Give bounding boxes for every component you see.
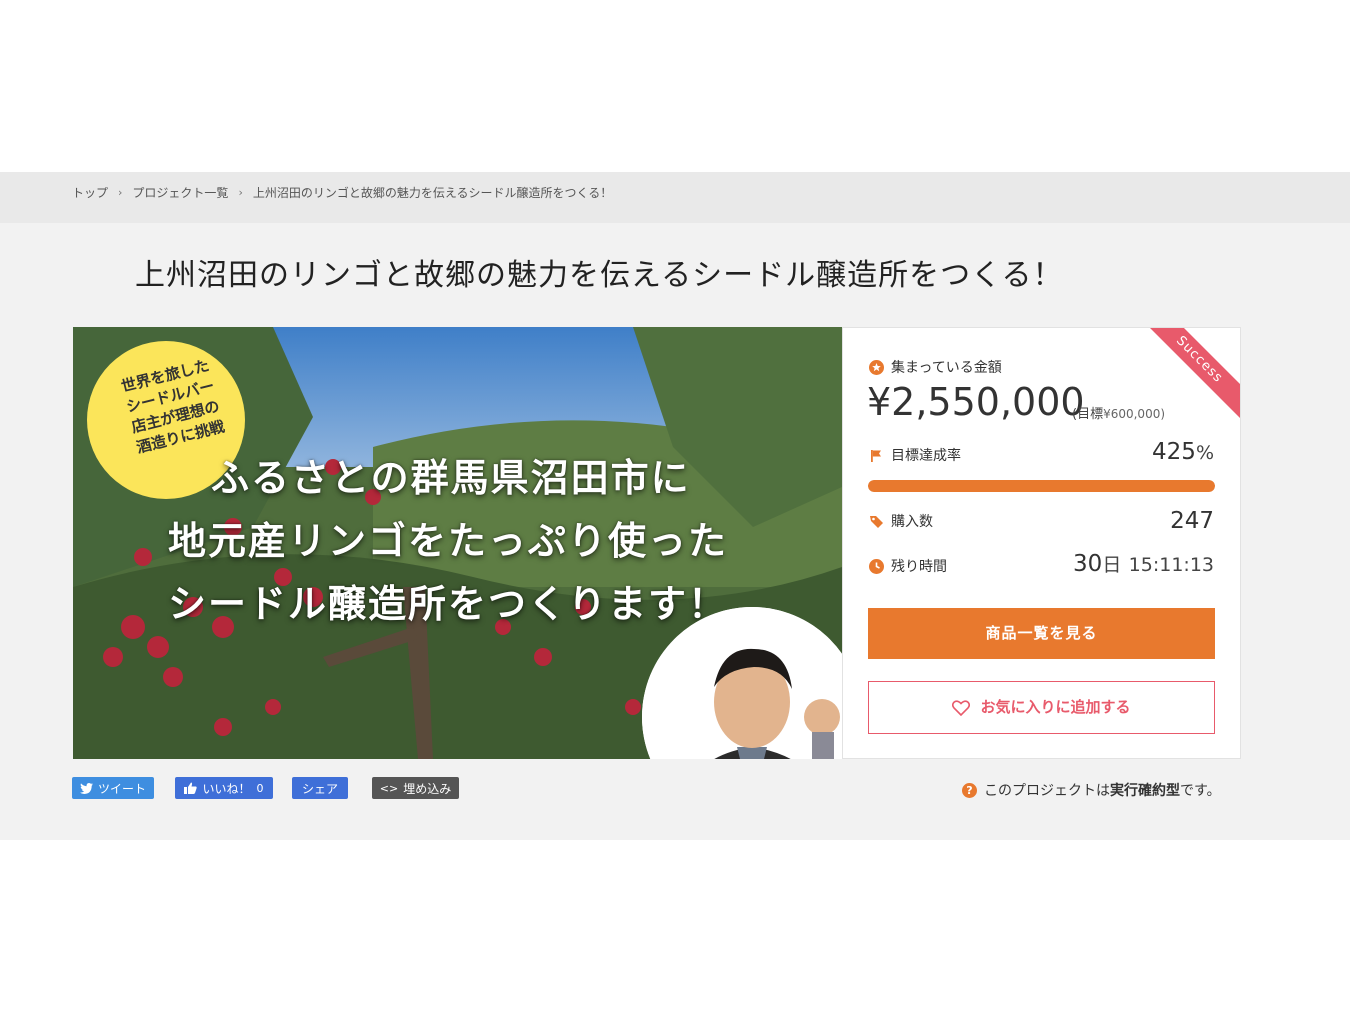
funding-status-panel: Success 集まっている金額 ¥2,550,000 (目標¥600,000)… (842, 327, 1241, 759)
goal-value: ¥600,000) (1103, 407, 1166, 421)
note-type: 実行確約型 (1110, 783, 1180, 799)
page-title: 上州沼田のリンゴと故郷の魅力を伝えるシードル醸造所をつくる！ (135, 258, 1064, 293)
time-label-text: 残り時間 (891, 559, 947, 575)
share-label: シェア (301, 781, 338, 796)
hero-image: 世界を旅した シードルバー 店主が理想の 酒造りに挑戦 ふるさとの群馬県沼田市に… (73, 327, 842, 759)
breadcrumb: トップ › プロジェクト一覧 › 上州沼田のリンゴと故郷の魅力を伝えるシードル醸… (72, 184, 612, 201)
tweet-label: ツイート (97, 781, 146, 796)
clock-icon (869, 558, 884, 574)
goal-amount: (目標¥600,000) (1072, 403, 1165, 422)
tag-icon (869, 514, 884, 529)
time-remaining: 30日 15:11:13 (1073, 550, 1214, 577)
embed-button[interactable]: <> 埋め込み (372, 777, 459, 799)
time-days-unit: 日 (1102, 554, 1122, 576)
like-button[interactable]: いいね！ 0 (175, 777, 273, 799)
raised-amount: ¥2,550,000 (867, 380, 1085, 424)
purchases-value: 247 (1170, 508, 1214, 534)
share-button[interactable]: シェア (292, 777, 348, 799)
add-favorite-label: お気に入りに追加する (980, 698, 1131, 716)
breadcrumb-separator: › (118, 186, 123, 199)
rate-label-text: 目標達成率 (891, 448, 961, 464)
rate-unit: % (1195, 442, 1214, 464)
tweet-button[interactable]: ツイート (72, 777, 154, 799)
breadcrumb-separator: › (238, 186, 243, 199)
add-favorite-button[interactable]: お気に入りに追加する (868, 681, 1215, 734)
owner-portrait (642, 607, 842, 759)
raised-label: 集まっている金額 (869, 357, 1002, 377)
raised-label-text: 集まっている金額 (891, 360, 1002, 376)
owner-photo (642, 607, 842, 759)
note-prefix: このプロジェクトは (984, 783, 1110, 799)
breadcrumb-projects[interactable]: プロジェクト一覧 (132, 184, 228, 201)
embed-label: 埋め込み (403, 781, 452, 796)
heart-icon (952, 699, 971, 716)
view-items-button[interactable]: 商品一覧を見る (868, 608, 1215, 659)
code-icon: <> (379, 781, 399, 795)
note-suffix: です。 (1180, 783, 1221, 799)
like-label: いいね！ (202, 781, 251, 796)
rate-label: 目標達成率 (869, 445, 961, 465)
rate-value: 425% (1152, 439, 1214, 465)
progress-fill (868, 480, 1215, 492)
thumbs-up-icon (184, 782, 198, 794)
star-icon (869, 359, 884, 375)
goal-prefix: (目標 (1072, 407, 1104, 422)
like-count: 0 (256, 781, 264, 795)
flag-icon (869, 448, 884, 463)
time-label: 残り時間 (869, 556, 947, 576)
hero-headline-line: ふるさとの群馬県沼田市に (211, 456, 691, 500)
help-icon[interactable]: ? (962, 782, 977, 798)
project-type-note: ? このプロジェクトは 実行確約型 です。 (962, 780, 1221, 800)
rate-number: 425 (1152, 439, 1196, 465)
progress-bar (868, 480, 1215, 492)
hero-headline-line: 地元産リンゴをたっぷり使った (168, 519, 729, 563)
purchases-label-text: 購入数 (891, 514, 933, 530)
purchases-label: 購入数 (869, 511, 933, 531)
breadcrumb-top[interactable]: トップ (72, 184, 108, 201)
twitter-icon (79, 782, 93, 794)
time-clock: 15:11:13 (1128, 554, 1214, 576)
time-days: 30 (1073, 551, 1103, 577)
breadcrumb-current: 上州沼田のリンゴと故郷の魅力を伝えるシードル醸造所をつくる！ (252, 186, 613, 200)
